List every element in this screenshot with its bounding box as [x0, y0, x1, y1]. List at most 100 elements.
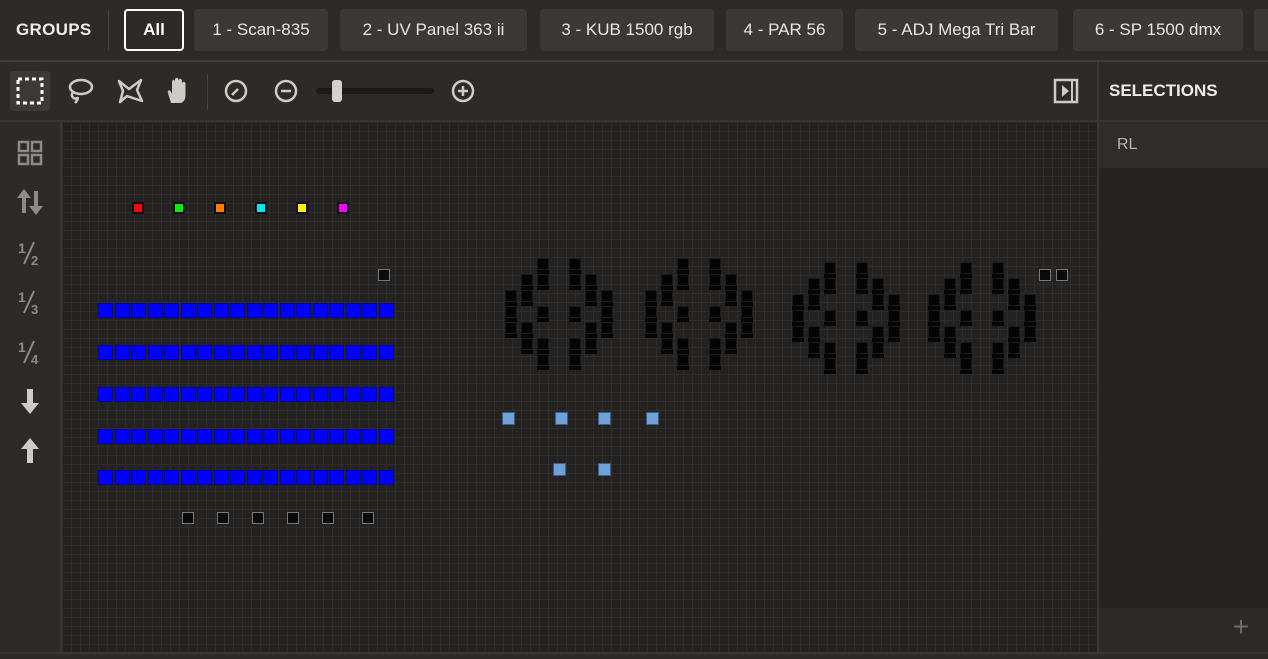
matrix-cell[interactable]: [960, 290, 972, 294]
fixture-light[interactable]: [502, 412, 515, 425]
led-bar-cell[interactable]: [131, 429, 146, 444]
fixture[interactable]: [287, 512, 299, 524]
led-bar-cell[interactable]: [197, 470, 212, 485]
matrix-cell[interactable]: [677, 366, 689, 370]
matrix-cell[interactable]: [521, 302, 533, 306]
plus-icon[interactable]: +: [1226, 612, 1256, 642]
group-sp-1500-button[interactable]: 6 - SP 1500 dmx: [1073, 9, 1243, 51]
matrix-cell[interactable]: [661, 338, 673, 350]
led-bar-cell[interactable]: [312, 429, 328, 444]
matrix-cell[interactable]: [944, 278, 956, 290]
matrix-cell[interactable]: [645, 290, 657, 302]
grid-icon[interactable]: [10, 133, 50, 173]
matrix-cell[interactable]: [569, 366, 581, 370]
led-bar-cell[interactable]: [279, 345, 295, 360]
matrix-cell[interactable]: [505, 334, 517, 338]
group-overflow-button[interactable]: [1254, 9, 1268, 51]
led-bar-cell[interactable]: [279, 387, 295, 402]
matrix-cell[interactable]: [992, 342, 1004, 354]
matrix-cell[interactable]: [677, 354, 689, 366]
matrix-cell[interactable]: [1024, 310, 1036, 322]
matrix-cell[interactable]: [808, 294, 820, 306]
led-bar-cell[interactable]: [263, 470, 278, 485]
led-bar-cell[interactable]: [246, 303, 262, 318]
matrix-cell[interactable]: [677, 338, 689, 350]
matrix-cell[interactable]: [792, 310, 804, 322]
matrix-cell[interactable]: [521, 290, 533, 302]
led-bar-cell[interactable]: [230, 429, 245, 444]
led-bar-cell[interactable]: [246, 429, 262, 444]
matrix-cell[interactable]: [1008, 342, 1020, 354]
led-bar-cell[interactable]: [98, 387, 113, 402]
matrix-cell[interactable]: [856, 342, 868, 354]
matrix-cell[interactable]: [741, 322, 753, 334]
matrix-cell[interactable]: [521, 338, 533, 350]
matrix-cell[interactable]: [709, 258, 721, 270]
led-bar-cell[interactable]: [345, 470, 361, 485]
matrix-cell[interactable]: [725, 338, 737, 350]
matrix-cell[interactable]: [872, 342, 884, 354]
matrix-cell[interactable]: [645, 306, 657, 318]
matrix-cell[interactable]: [601, 306, 613, 318]
led-bar-cell[interactable]: [263, 345, 278, 360]
arrow-up-icon[interactable]: [10, 431, 50, 471]
matrix-cell[interactable]: [1008, 354, 1020, 358]
matrix-cell[interactable]: [992, 310, 1004, 322]
led-bar-cell[interactable]: [180, 429, 196, 444]
matrix-cell[interactable]: [661, 274, 673, 286]
led-bar-cell[interactable]: [114, 345, 130, 360]
matrix-cell[interactable]: [1008, 326, 1020, 338]
fixture[interactable]: [1039, 269, 1051, 281]
fixture[interactable]: [378, 269, 390, 281]
group-par-56-button[interactable]: 4 - PAR 56: [726, 9, 843, 51]
matrix-cell[interactable]: [601, 290, 613, 302]
led-bar-cell[interactable]: [378, 429, 394, 444]
matrix-cell[interactable]: [992, 290, 1004, 294]
matrix-cell[interactable]: [1008, 278, 1020, 290]
matrix-cell[interactable]: [824, 358, 836, 370]
led-bar-cell[interactable]: [362, 345, 377, 360]
led-bar-cell[interactable]: [246, 345, 262, 360]
arrow-down-icon[interactable]: [10, 381, 50, 421]
led-bar-cell[interactable]: [263, 429, 278, 444]
matrix-cell[interactable]: [928, 326, 940, 338]
group-all-button[interactable]: All: [124, 9, 184, 51]
matrix-cell[interactable]: [792, 294, 804, 306]
matrix-cell[interactable]: [677, 274, 689, 286]
matrix-cell[interactable]: [1024, 338, 1036, 342]
matrix-cell[interactable]: [856, 370, 868, 374]
matrix-cell[interactable]: [677, 258, 689, 270]
led-bar-cell[interactable]: [180, 345, 196, 360]
matrix-cell[interactable]: [824, 322, 836, 326]
matrix-cell[interactable]: [856, 310, 868, 322]
led-bar-cell[interactable]: [230, 345, 245, 360]
zoom-out-icon[interactable]: [266, 71, 306, 111]
matrix-cell[interactable]: [856, 358, 868, 370]
matrix-cell[interactable]: [537, 338, 549, 350]
matrix-cell[interactable]: [569, 286, 581, 290]
led-bar-cell[interactable]: [296, 345, 311, 360]
matrix-cell[interactable]: [824, 290, 836, 294]
led-bar-cell[interactable]: [329, 345, 344, 360]
fixture[interactable]: [252, 512, 264, 524]
led-bar-cell[interactable]: [345, 345, 361, 360]
led-bar-cell[interactable]: [329, 303, 344, 318]
led-bar-cell[interactable]: [114, 387, 130, 402]
matrix-cell[interactable]: [808, 342, 820, 354]
led-bar-cell[interactable]: [213, 429, 229, 444]
matrix-cell[interactable]: [824, 310, 836, 322]
matrix-cell[interactable]: [808, 278, 820, 290]
color-fixture-dot[interactable]: [132, 202, 144, 214]
led-bar-cell[interactable]: [263, 303, 278, 318]
matrix-cell[interactable]: [872, 294, 884, 306]
matrix-cell[interactable]: [741, 290, 753, 302]
led-bar-cell[interactable]: [147, 387, 163, 402]
led-bar-cell[interactable]: [114, 429, 130, 444]
fixture[interactable]: [362, 512, 374, 524]
matrix-cell[interactable]: [888, 326, 900, 338]
matrix-cell[interactable]: [725, 302, 737, 306]
led-bar-cell[interactable]: [279, 429, 295, 444]
led-bar-cell[interactable]: [345, 429, 361, 444]
polygon-select-icon[interactable]: [110, 71, 150, 111]
led-bar-cell[interactable]: [98, 470, 113, 485]
